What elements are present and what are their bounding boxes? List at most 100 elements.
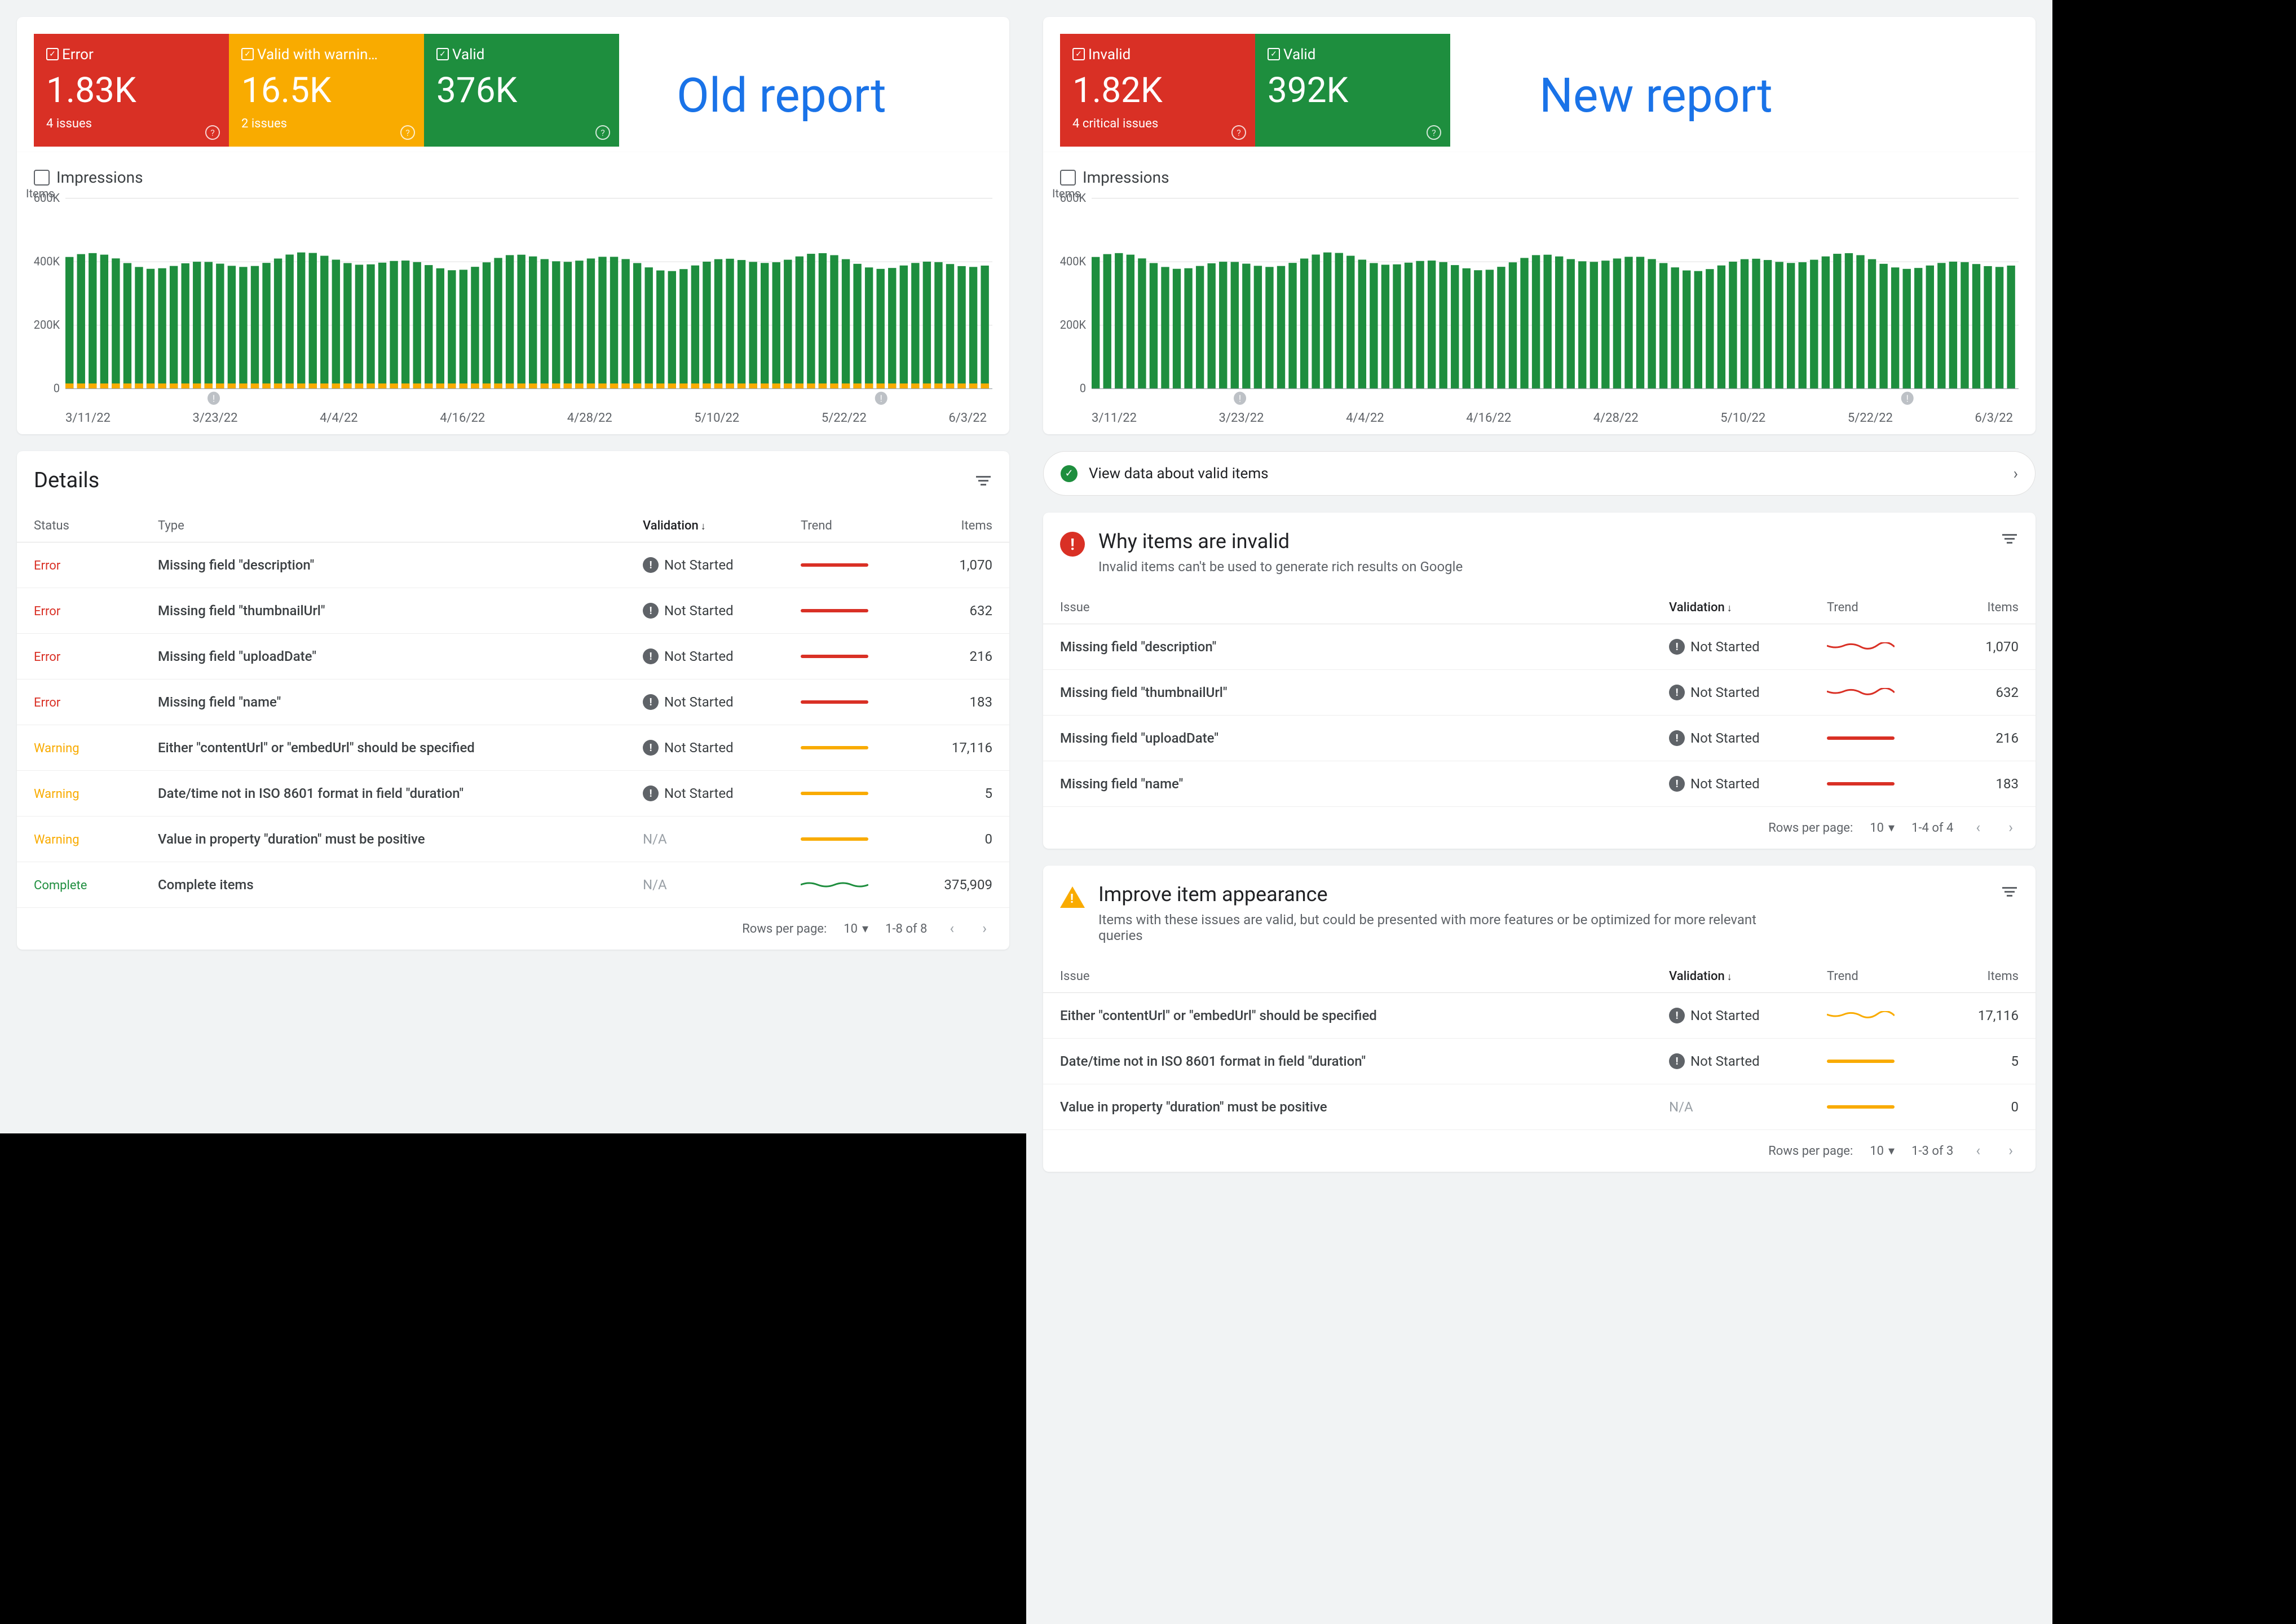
old-pager: Rows per page: 10 ▾ 1-8 of 8 ‹ › bbox=[17, 908, 1009, 950]
details-card: Details Status Type Validation↓ Trend It… bbox=[17, 451, 1009, 950]
old-report-panel: ✓Error 1.83K 4 issues ? ✓Valid with warn… bbox=[0, 0, 1026, 1133]
checkbox-icon: ✓ bbox=[46, 48, 59, 60]
prev-page[interactable]: ‹ bbox=[1970, 1140, 1986, 1162]
table-row[interactable]: Warning Either "contentUrl" or "embedUrl… bbox=[17, 725, 1009, 771]
table-row[interactable]: Warning Value in property "duration" mus… bbox=[17, 817, 1009, 862]
help-icon[interactable]: ? bbox=[1231, 125, 1246, 140]
status-badge: ! bbox=[643, 785, 659, 801]
stat-value: 16.5K bbox=[241, 70, 412, 111]
col-status[interactable]: Status bbox=[17, 510, 141, 542]
x-axis-labels: 3/11/223/23/224/4/224/16/224/28/225/10/2… bbox=[34, 407, 992, 425]
new-report-panel: ✓Invalid 1.82K 4 critical issues ? ✓Vali… bbox=[1026, 0, 2052, 1624]
table-row[interactable]: Either "contentUrl" or "embedUrl" should… bbox=[1043, 993, 2036, 1039]
status-badge: ! bbox=[1669, 685, 1685, 700]
help-icon[interactable]: ? bbox=[595, 125, 610, 140]
status-badge: ! bbox=[643, 603, 659, 619]
table-row[interactable]: Error Missing field "description" !Not S… bbox=[17, 542, 1009, 588]
chevron-right-icon: › bbox=[2014, 464, 2018, 483]
col-items[interactable]: Items bbox=[1945, 960, 2036, 993]
col-issue[interactable]: Issue bbox=[1043, 592, 1652, 624]
status-badge: ! bbox=[1669, 1008, 1685, 1023]
invalid-title: Why items are invalid bbox=[1098, 529, 1463, 553]
table-row[interactable]: Value in property "duration" must be pos… bbox=[1043, 1084, 2036, 1130]
status-badge: ! bbox=[643, 557, 659, 573]
table-row[interactable]: Error Missing field "name" !Not Started … bbox=[17, 679, 1009, 725]
filter-icon[interactable] bbox=[2001, 882, 2019, 901]
table-row[interactable]: Complete Complete items N/A 375,909 bbox=[17, 862, 1009, 908]
filter-icon[interactable] bbox=[2001, 529, 2019, 548]
next-page[interactable]: › bbox=[2003, 817, 2019, 839]
svg-text:400K: 400K bbox=[1060, 255, 1086, 269]
svg-text:!: ! bbox=[1239, 394, 1241, 405]
col-items[interactable]: Items bbox=[919, 510, 1009, 542]
stat-value: 1.83K bbox=[46, 70, 217, 111]
svg-text:!: ! bbox=[880, 394, 882, 405]
stat-value: 1.82K bbox=[1072, 70, 1243, 111]
invalid-subtitle: Invalid items can't be used to generate … bbox=[1098, 559, 1463, 575]
table-row[interactable]: Error Missing field "thumbnailUrl" !Not … bbox=[17, 588, 1009, 634]
checkbox-icon: ✓ bbox=[241, 48, 254, 60]
col-items[interactable]: Items bbox=[1945, 592, 2036, 624]
invalid-card: ! Why items are invalid Invalid items ca… bbox=[1043, 513, 2036, 849]
new-report-label: New report bbox=[1539, 68, 1773, 123]
impressions-checkbox[interactable] bbox=[34, 170, 50, 186]
new-chart: Items 0200K400K600K!! bbox=[1060, 192, 2019, 407]
table-row[interactable]: Warning Date/time not in ISO 8601 format… bbox=[17, 771, 1009, 817]
col-type[interactable]: Type bbox=[141, 510, 626, 542]
checkbox-icon: ✓ bbox=[1072, 48, 1085, 60]
status-badge: ! bbox=[643, 648, 659, 664]
help-icon[interactable]: ? bbox=[205, 125, 220, 140]
next-page[interactable]: › bbox=[977, 918, 992, 939]
stat-card-warn[interactable]: ✓Valid with warnin… 16.5K 2 issues ? bbox=[229, 34, 424, 147]
table-row[interactable]: Error Missing field "uploadDate" !Not St… bbox=[17, 634, 1009, 679]
checkbox-icon: ✓ bbox=[436, 48, 449, 60]
help-icon[interactable]: ? bbox=[1427, 125, 1441, 140]
stat-value: 392K bbox=[1268, 70, 1438, 111]
invalid-pager: Rows per page: 10 ▾ 1-4 of 4 ‹ › bbox=[1043, 807, 2036, 849]
check-icon: ✓ bbox=[1061, 465, 1078, 482]
stat-card-error[interactable]: ✓Error 1.83K 4 issues ? bbox=[34, 34, 229, 147]
view-valid-link[interactable]: ✓ View data about valid items › bbox=[1043, 451, 2036, 496]
stat-card-valid[interactable]: ✓Valid 392K ? bbox=[1255, 34, 1450, 147]
stat-card-error[interactable]: ✓Invalid 1.82K 4 critical issues ? bbox=[1060, 34, 1255, 147]
table-row[interactable]: Missing field "thumbnailUrl" !Not Starte… bbox=[1043, 670, 2036, 716]
invalid-table: Issue Validation↓ Trend Items Missing fi… bbox=[1043, 592, 2036, 807]
col-trend[interactable]: Trend bbox=[1810, 960, 1945, 993]
improve-title: Improve item appearance bbox=[1098, 882, 1775, 906]
old-chart-card: Impressions Items 0200K400K600K!! 3/11/2… bbox=[17, 152, 1009, 434]
next-page[interactable]: › bbox=[2003, 1140, 2019, 1162]
table-row[interactable]: Missing field "description" !Not Started… bbox=[1043, 624, 2036, 670]
stat-card-valid[interactable]: ✓Valid 376K ? bbox=[424, 34, 619, 147]
filter-icon[interactable] bbox=[974, 471, 992, 489]
rows-select[interactable]: 10 ▾ bbox=[844, 922, 868, 936]
error-icon: ! bbox=[1060, 532, 1085, 557]
prev-page[interactable]: ‹ bbox=[944, 918, 960, 939]
svg-text:200K: 200K bbox=[34, 319, 60, 333]
col-trend[interactable]: Trend bbox=[1810, 592, 1945, 624]
col-validation[interactable]: Validation↓ bbox=[626, 510, 784, 542]
details-title: Details bbox=[34, 468, 99, 493]
table-row[interactable]: Missing field "uploadDate" !Not Started … bbox=[1043, 716, 2036, 761]
rows-select[interactable]: 10 ▾ bbox=[1870, 1144, 1895, 1158]
col-validation[interactable]: Validation↓ bbox=[1652, 592, 1810, 624]
help-icon[interactable]: ? bbox=[400, 125, 415, 140]
col-issue[interactable]: Issue bbox=[1043, 960, 1652, 993]
warning-icon bbox=[1060, 885, 1085, 910]
checkbox-icon: ✓ bbox=[1268, 48, 1280, 60]
stat-sub: 4 issues bbox=[46, 117, 217, 131]
impressions-checkbox[interactable] bbox=[1060, 170, 1076, 186]
col-validation[interactable]: Validation↓ bbox=[1652, 960, 1810, 993]
prev-page[interactable]: ‹ bbox=[1970, 817, 1986, 839]
table-row[interactable]: Date/time not in ISO 8601 format in fiel… bbox=[1043, 1039, 2036, 1084]
table-row[interactable]: Missing field "name" !Not Started 183 bbox=[1043, 761, 2036, 807]
stat-value: 376K bbox=[436, 70, 607, 111]
col-trend[interactable]: Trend bbox=[784, 510, 919, 542]
impressions-label: Impressions bbox=[1083, 168, 1169, 187]
status-badge: ! bbox=[1669, 776, 1685, 792]
svg-text:!: ! bbox=[1906, 394, 1909, 405]
old-chart: Items 0200K400K600K!! bbox=[34, 192, 992, 407]
impressions-label: Impressions bbox=[56, 168, 143, 187]
status-badge: ! bbox=[1669, 639, 1685, 655]
improve-table: Issue Validation↓ Trend Items Either "co… bbox=[1043, 960, 2036, 1130]
rows-select[interactable]: 10 ▾ bbox=[1870, 821, 1895, 835]
